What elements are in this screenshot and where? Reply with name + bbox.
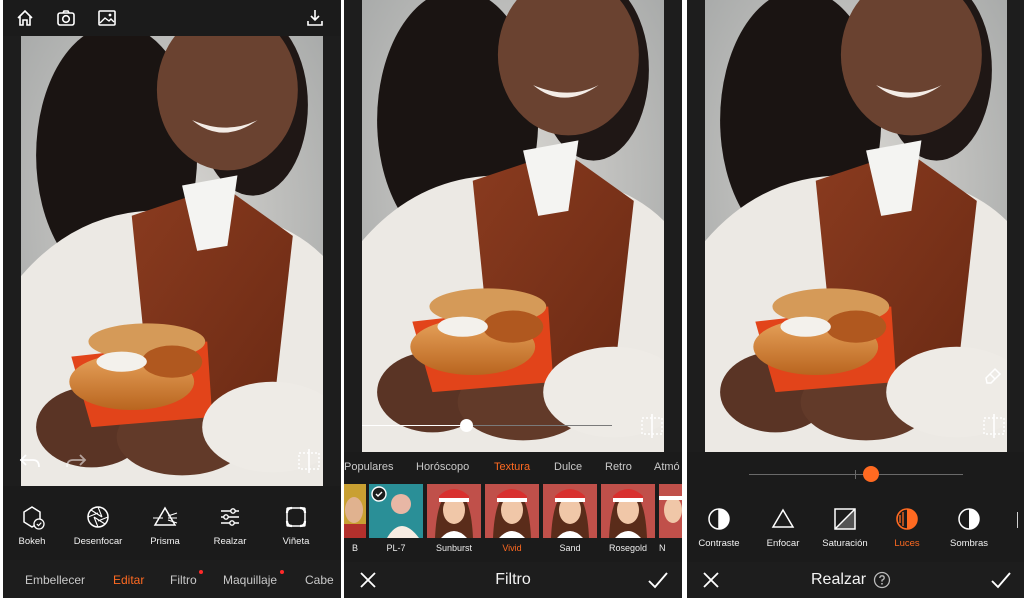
filter-label: Sand [559, 543, 581, 553]
camera-icon[interactable] [56, 8, 76, 28]
tool-enfocar[interactable]: Enfocar [757, 506, 809, 549]
gallery-icon[interactable] [97, 8, 117, 28]
tool-label: Saturación [822, 538, 868, 549]
filter-thumb-vivid[interactable] [485, 484, 539, 538]
filter-label: PL-7 [386, 543, 406, 553]
photo-canvas[interactable] [362, 0, 664, 452]
tool-label: Enfocar [766, 538, 800, 549]
category-populares[interactable]: Populares [344, 461, 394, 473]
category-dulce[interactable]: Dulce [554, 461, 582, 473]
tool-label: Viñeta [282, 536, 310, 547]
aperture-icon [85, 504, 111, 530]
badge-dot [199, 570, 203, 574]
top-toolbar [3, 0, 341, 36]
adjust-slider-handle[interactable] [863, 466, 879, 482]
filter-thumb-n[interactable] [659, 484, 682, 538]
tool-label: Desenfocar [73, 536, 123, 547]
highlights-icon [894, 506, 920, 532]
tool-strip: Bokeh Desenfocar Prisma Realzar Viñeta [3, 486, 341, 560]
compare-icon[interactable] [638, 412, 666, 440]
help-icon[interactable] [873, 571, 891, 589]
tool-realzar[interactable]: Realzar [207, 504, 253, 547]
prism-icon [152, 504, 178, 530]
adjust-slider-track[interactable] [749, 474, 963, 475]
tab-maquillaje[interactable]: Maquillaje [223, 573, 277, 587]
screen-title: Filtro [495, 571, 531, 588]
tool-label: Sombras [949, 538, 988, 549]
tab-editar[interactable]: Editar [113, 573, 144, 587]
filter-intensity-fill [362, 425, 467, 426]
filter-thumb-sand[interactable] [543, 484, 597, 538]
category-atmosfera[interactable]: Atmó [654, 461, 680, 473]
compare-icon[interactable] [980, 412, 1008, 440]
photo-canvas[interactable] [21, 36, 323, 486]
tool-label: Realzar [213, 536, 247, 547]
category-retro[interactable]: Retro [605, 461, 632, 473]
contrast-icon [706, 506, 732, 532]
tool-sombras[interactable]: Sombras [943, 506, 995, 549]
enhance-screen: Contraste Enfocar Saturación Luces Sombr… [687, 0, 1024, 598]
tool-contraste[interactable]: Contraste [693, 506, 745, 549]
close-icon[interactable] [701, 570, 721, 590]
confirm-check-icon[interactable] [989, 569, 1013, 591]
tool-desenfocar[interactable]: Desenfocar [65, 504, 131, 547]
tool-saturacion[interactable]: Saturación [817, 506, 873, 549]
undo-icon[interactable] [17, 448, 43, 474]
compare-icon[interactable] [295, 447, 323, 475]
vignette-icon [283, 504, 309, 530]
shadows-icon [956, 506, 982, 532]
download-icon[interactable] [305, 8, 325, 28]
tool-label: Bokeh [18, 536, 46, 547]
filter-thumb-b[interactable] [344, 484, 366, 538]
filter-label: Rosegold [608, 543, 648, 553]
category-horoscopo[interactable]: Horóscopo [416, 461, 469, 473]
filter-thumb-pl7[interactable] [369, 484, 423, 538]
category-textura[interactable]: Textura [494, 461, 530, 473]
tool-bokeh[interactable]: Bokeh [11, 504, 53, 547]
tab-cabello[interactable]: Cabe [305, 573, 334, 587]
photo-canvas[interactable] [705, 0, 1007, 452]
tool-luces[interactable]: Luces [883, 506, 931, 549]
filter-label: Sunburst [435, 543, 473, 553]
redo-icon[interactable] [63, 448, 89, 474]
filter-screen: Populares Horóscopo Textura Dulce Retro … [344, 0, 682, 598]
home-icon[interactable] [15, 8, 35, 28]
slider-center-mark [855, 470, 856, 479]
more-tools-edge[interactable] [1017, 512, 1024, 528]
eraser-icon[interactable] [982, 364, 1004, 386]
tool-label: Contraste [698, 538, 740, 549]
badge-dot [280, 570, 284, 574]
triangle-icon [770, 506, 796, 532]
tool-label: Prisma [150, 536, 180, 547]
tab-embellecer[interactable]: Embellecer [25, 573, 85, 587]
tool-prisma[interactable]: Prisma [142, 504, 188, 547]
filter-thumb-rosegold[interactable] [601, 484, 655, 538]
saturation-icon [832, 506, 858, 532]
edit-screen: Bokeh Desenfocar Prisma Realzar Viñeta E… [3, 0, 341, 598]
sliders-icon [217, 504, 243, 530]
tool-vineta[interactable]: Viñeta [275, 504, 317, 547]
filter-intensity-handle[interactable] [460, 419, 473, 432]
filter-label: N [659, 543, 666, 553]
screen-title: Realzar [811, 571, 867, 588]
bokeh-icon [19, 504, 45, 530]
tool-label: Luces [894, 538, 920, 549]
filter-thumb-sunburst[interactable] [427, 484, 481, 538]
tab-filtro[interactable]: Filtro [170, 573, 197, 587]
confirm-check-icon[interactable] [646, 569, 670, 591]
filter-label: Vivid [502, 543, 522, 553]
